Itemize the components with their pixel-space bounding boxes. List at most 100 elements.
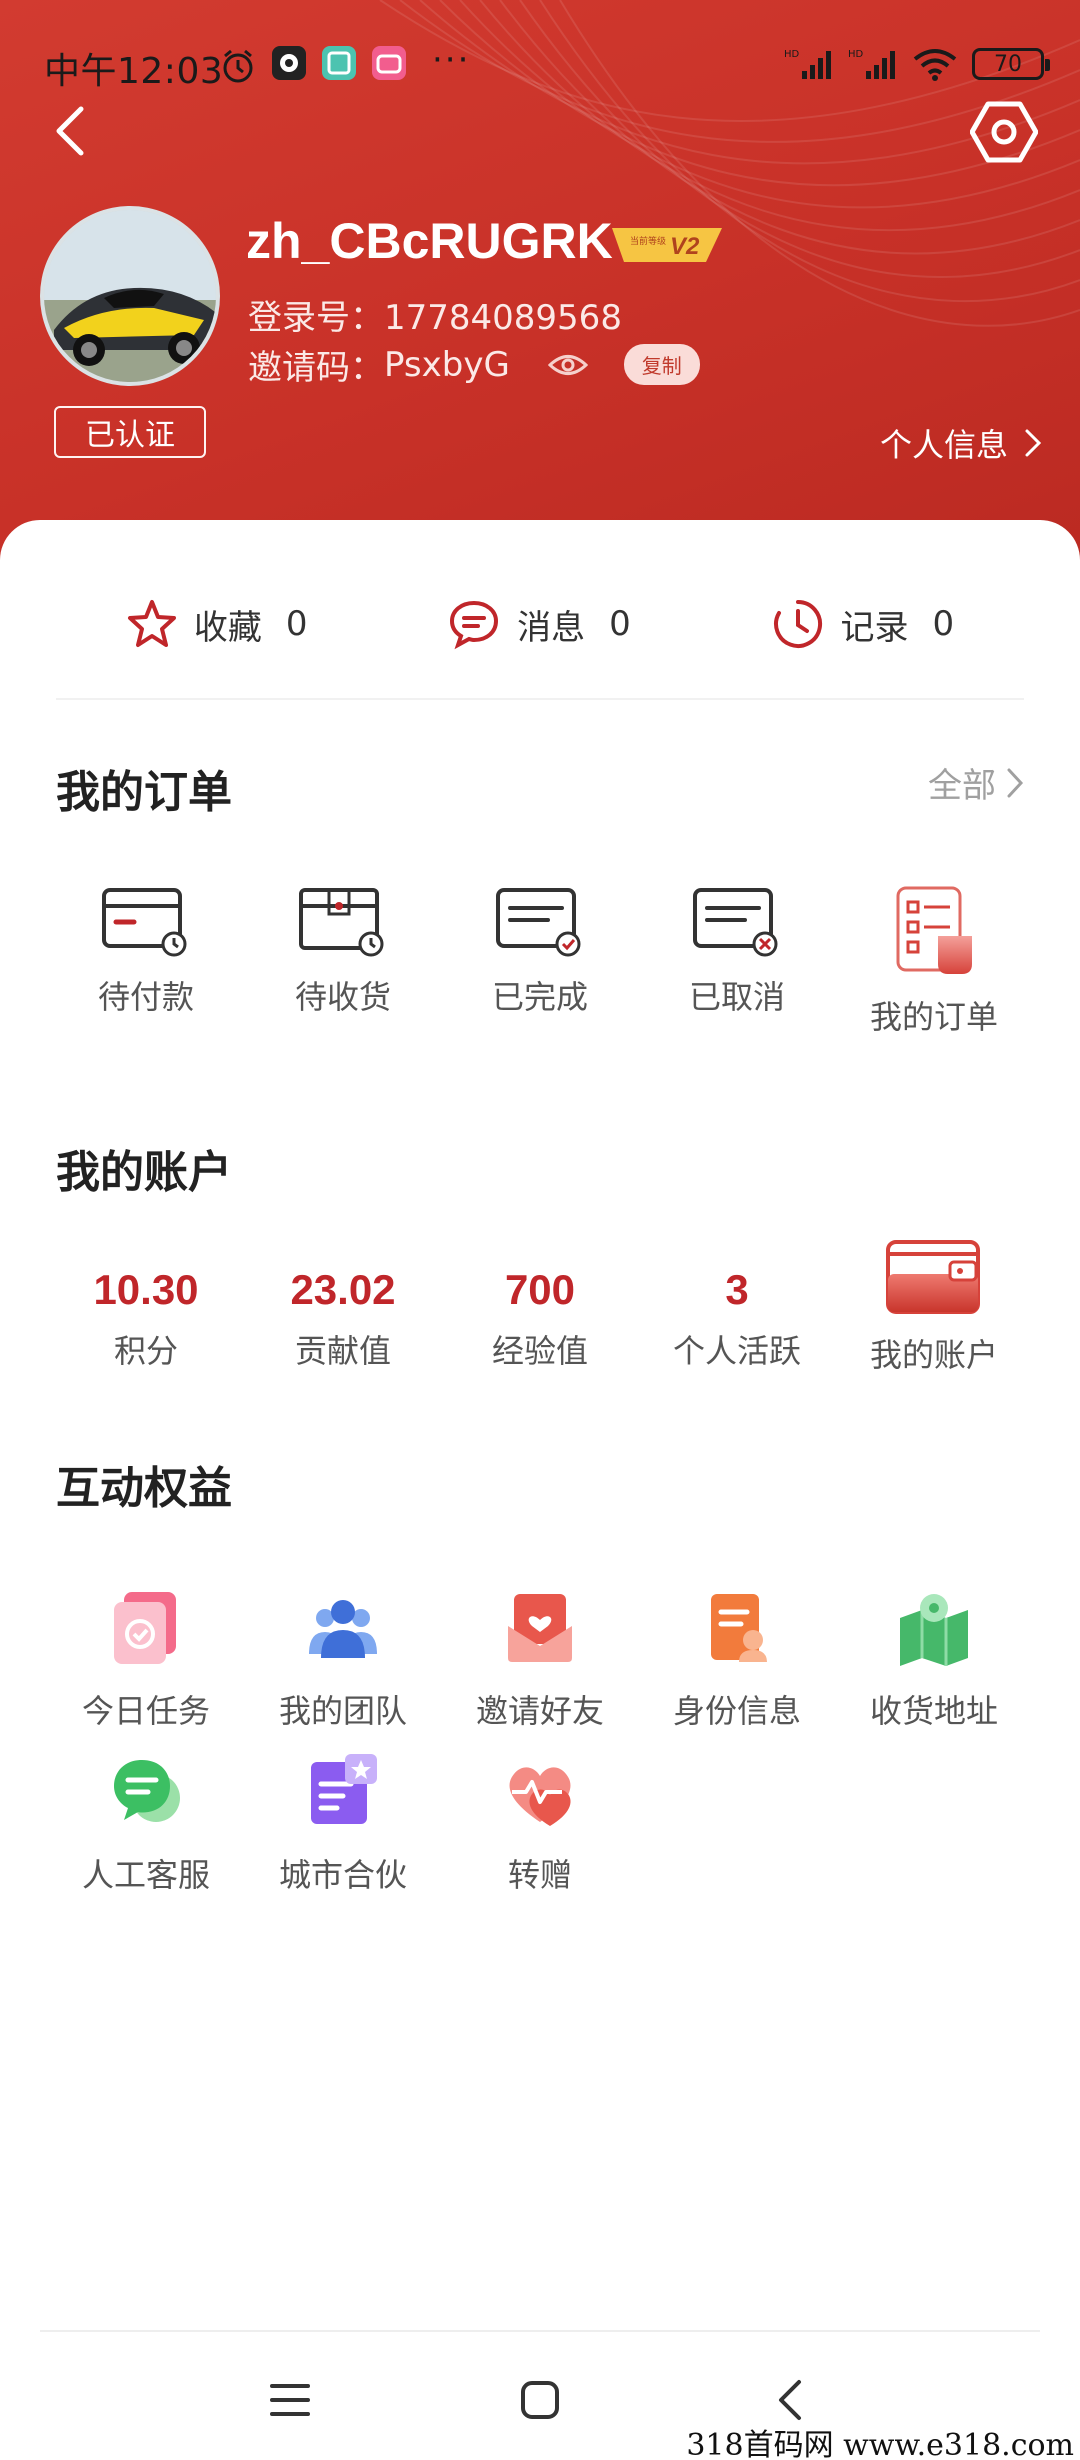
points-stat[interactable]: 10.30 积分 xyxy=(56,1258,236,1376)
city-partner-icon xyxy=(295,1744,391,1840)
signal-icon-2: HD xyxy=(848,49,895,79)
perk-label: 邀请好友 xyxy=(475,1692,604,1730)
experience-value: 700 xyxy=(504,1266,576,1313)
verified-badge: 已认证 xyxy=(54,406,206,458)
alarm-icon xyxy=(220,48,256,88)
perk-invite-friends[interactable]: 邀请好友 xyxy=(450,1580,630,1732)
perk-shipping-address[interactable]: 收货地址 xyxy=(844,1580,1024,1732)
login-number: 登录号：17784089568 xyxy=(248,290,622,339)
see-all-label: 全部 xyxy=(928,766,996,806)
order-item-label: 待付款 xyxy=(97,978,194,1016)
perk-label: 今日任务 xyxy=(81,1692,210,1730)
perk-gift-transfer[interactable]: 转赠 xyxy=(450,1744,630,1896)
invite-value: PsxbyG xyxy=(384,344,510,385)
invite-label: 邀请码： xyxy=(248,348,384,388)
avatar[interactable] xyxy=(40,206,220,386)
experience-stat[interactable]: 700 经验值 xyxy=(450,1258,630,1376)
account-grid: 10.30 积分 23.02 贡献值 700 经验值 3 个人活跃 我的账户 xyxy=(56,1240,1024,1376)
square-home-icon xyxy=(521,2381,559,2419)
perk-label: 转赠 xyxy=(507,1856,572,1894)
perk-label: 身份信息 xyxy=(672,1692,801,1730)
chevron-right-icon xyxy=(1025,429,1042,457)
experience-label: 经验值 xyxy=(491,1332,588,1370)
empty-cell xyxy=(844,1744,1024,1896)
eye-icon[interactable] xyxy=(547,350,588,380)
orders-see-all-link[interactable]: 全部 xyxy=(928,758,1024,807)
bilibili-notification-icon xyxy=(372,46,406,80)
status-bar: 中午12:03 ··· HD HD 70 xyxy=(0,40,1080,96)
home-nav-button[interactable] xyxy=(500,2360,580,2440)
profile-header: 中午12:03 ··· HD HD 70 zh_CBcRUGRK 当前等级 V2… xyxy=(0,0,1080,560)
username: zh_CBcRUGRK xyxy=(246,213,613,269)
wallet-label: 我的账户 xyxy=(869,1336,998,1374)
menu-icon xyxy=(270,2384,310,2416)
order-pending-receipt[interactable]: 待收货 xyxy=(253,882,433,1038)
more-notifications-dots: ··· xyxy=(432,40,471,80)
settings-button[interactable] xyxy=(968,96,1040,168)
contribution-stat[interactable]: 23.02 贡献值 xyxy=(253,1258,433,1376)
messages-link[interactable]: 消息 0 xyxy=(447,598,631,650)
identity-icon xyxy=(689,1580,785,1676)
order-item-label: 我的订单 xyxy=(869,998,998,1036)
order-completed[interactable]: 已完成 xyxy=(450,882,630,1038)
records-link[interactable]: 记录 0 xyxy=(771,597,955,651)
message-icon xyxy=(450,600,499,650)
orders-section-title: 我的订单 xyxy=(56,767,232,818)
contribution-label: 贡献值 xyxy=(294,1332,391,1370)
perk-city-partner[interactable]: 城市合伙 xyxy=(253,1744,433,1896)
activity-label: 个人活跃 xyxy=(672,1332,801,1370)
order-pending-payment[interactable]: 待付款 xyxy=(56,882,236,1038)
app-notification-icon xyxy=(272,46,306,80)
perk-customer-service[interactable]: 人工客服 xyxy=(56,1744,236,1896)
my-orders-entry[interactable]: 我的订单 xyxy=(844,882,1024,1038)
card-clock-icon xyxy=(96,882,196,962)
records-label: 记录 xyxy=(840,607,909,648)
gear-icon xyxy=(970,101,1038,163)
service-icon xyxy=(98,1744,194,1840)
my-wallet-entry[interactable]: 我的账户 xyxy=(844,1234,1024,1376)
personal-info-link[interactable]: 个人信息 xyxy=(880,420,1042,466)
messages-count: 0 xyxy=(609,604,631,644)
perk-my-team[interactable]: 我的团队 xyxy=(253,1580,433,1732)
status-time: 中午12:03 xyxy=(44,51,224,92)
bottom-divider xyxy=(40,2330,1040,2332)
favorites-count: 0 xyxy=(285,604,308,644)
points-label: 积分 xyxy=(113,1332,178,1370)
invite-code: 邀请码： PsxbyG 复制 xyxy=(248,340,700,389)
chevron-right-icon xyxy=(1007,768,1024,797)
favorites-label: 收藏 xyxy=(193,607,262,648)
messages-label: 消息 xyxy=(517,607,586,648)
card-check-icon xyxy=(490,882,590,962)
activity-stat[interactable]: 3 个人活跃 xyxy=(647,1258,827,1376)
chevron-left-icon xyxy=(779,2380,801,2420)
order-cancelled[interactable]: 已取消 xyxy=(647,882,827,1038)
status-indicators: HD HD 70 xyxy=(784,44,1050,84)
contribution-value: 23.02 xyxy=(290,1266,396,1313)
level-text: V2 xyxy=(670,233,700,260)
task-icon xyxy=(98,1580,194,1676)
perk-label: 收货地址 xyxy=(869,1692,998,1730)
records-count: 0 xyxy=(932,604,955,644)
login-value: 17784089568 xyxy=(384,298,622,338)
order-item-label: 已取消 xyxy=(688,978,785,1016)
chevron-left-icon xyxy=(56,106,84,156)
favorites-link[interactable]: 收藏 0 xyxy=(126,598,308,650)
copy-button[interactable]: 复制 xyxy=(623,344,700,385)
xianyu-notification-icon xyxy=(322,46,356,80)
menu-nav-button[interactable] xyxy=(250,2360,330,2440)
box-clock-icon xyxy=(293,882,393,962)
perks-grid-row-1: 今日任务 我的团队 邀请好友 身份信息 收货地址 xyxy=(56,1580,1024,1732)
perks-grid-row-2: 人工客服 城市合伙 转赠 xyxy=(56,1744,1024,1896)
personal-info-label: 个人信息 xyxy=(879,426,1008,464)
perk-identity-info[interactable]: 身份信息 xyxy=(647,1580,827,1732)
wifi-icon xyxy=(913,49,957,81)
card-cancel-icon xyxy=(687,882,787,962)
perk-daily-task[interactable]: 今日任务 xyxy=(56,1580,236,1732)
svg-text:HD: HD xyxy=(784,49,800,60)
back-button[interactable] xyxy=(46,98,94,164)
svg-text:HD: HD xyxy=(848,49,864,60)
account-section-title: 我的账户 xyxy=(56,1147,232,1198)
points-value: 10.30 xyxy=(93,1266,199,1313)
content-card: 收藏 0 消息 0 记录 0 我的订单 全部 待付款 待收货 已完成 已取消 我… xyxy=(0,520,1080,2460)
perk-label: 人工客服 xyxy=(81,1856,210,1894)
